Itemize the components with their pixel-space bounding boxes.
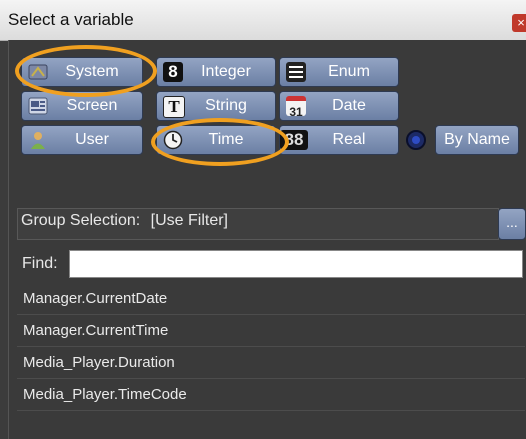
close-icon[interactable]: × [512,14,526,32]
type-button-integer[interactable]: 8 Integer [156,57,276,87]
type-button-label: Screen [66,97,118,114]
select-variable-dialog: Select a variable × System 8 Integer Enu… [0,0,526,439]
type-button-enum[interactable]: Enum [279,57,399,87]
type-button-label: Time [208,131,244,148]
title-bar: Select a variable × [0,0,526,41]
sort-icon [406,130,426,150]
type-button-label: User [75,131,109,148]
type-button-label: String [205,97,247,114]
type-button-label: Enum [328,63,370,80]
group-selection-value: [Use Filter] [150,212,228,229]
find-input[interactable] [69,250,523,278]
dialog-title: Select a variable [8,10,134,29]
by-name-button[interactable]: By Name [435,125,519,155]
type-button-label: Date [332,97,366,114]
type-button-real[interactable]: 88 Real [279,125,399,155]
variable-list: Manager.CurrentDate Manager.CurrentTime … [17,283,525,439]
list-item[interactable]: Manager.CurrentDate [17,283,525,315]
dialog-body: System 8 Integer Enum Screen T String 31… [8,40,526,439]
list-item[interactable]: Media_Player.TimeCode [17,379,525,411]
type-button-label: Real [332,131,366,148]
type-button-user[interactable]: User [21,125,143,155]
by-name-label: By Name [444,131,510,148]
find-label: Find: [22,255,58,272]
list-item[interactable]: Media_Player.Duration [17,347,525,379]
type-button-date[interactable]: 31 Date [279,91,399,121]
group-browse-button[interactable]: ... [498,208,526,240]
type-button-label: System [65,63,119,80]
type-button-time[interactable]: Time [156,125,276,155]
type-button-string[interactable]: T String [156,91,276,121]
group-selection-label: Group Selection: [Use Filter] [21,212,228,229]
list-item[interactable]: Manager.CurrentTime [17,315,525,347]
type-button-system[interactable]: System [21,57,143,87]
type-button-label: Integer [201,63,251,80]
type-button-screen[interactable]: Screen [21,91,143,121]
